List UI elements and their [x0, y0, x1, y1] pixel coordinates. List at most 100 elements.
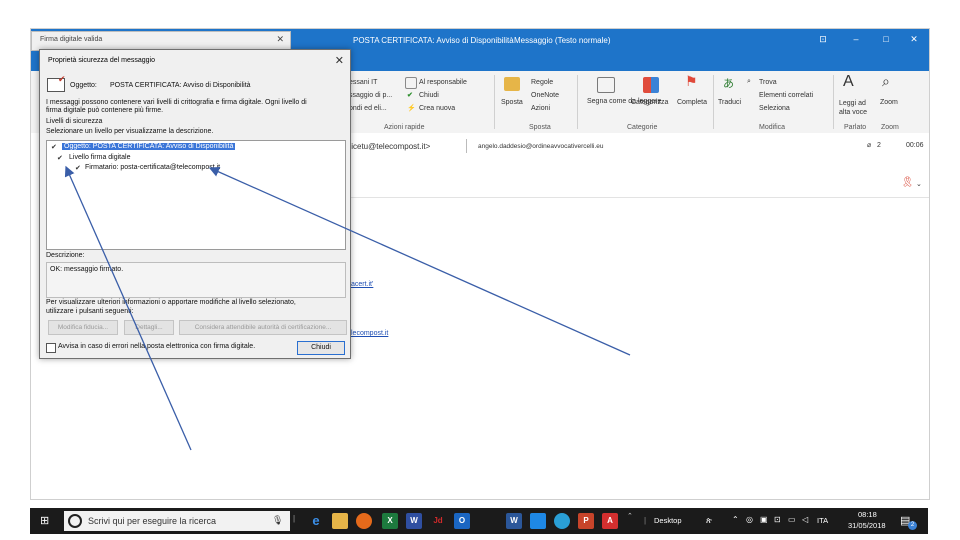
- ribbon-separator: [713, 75, 714, 129]
- subject-label: Oggetto:: [70, 82, 97, 89]
- close-button[interactable]: ✕: [907, 33, 921, 45]
- recipient-address[interactable]: angelo.daddesio@ordineavvocativercelli.e…: [478, 143, 603, 150]
- outlook-icon[interactable]: O: [454, 513, 470, 529]
- quickstep-create-new[interactable]: Crea nuova: [419, 105, 455, 112]
- related-button[interactable]: Elementi correlati: [759, 92, 813, 99]
- file-explorer-icon[interactable]: [332, 513, 348, 529]
- close-dialog-button[interactable]: Chiudi: [297, 341, 345, 355]
- cortana-icon: [68, 514, 82, 528]
- jd-icon[interactable]: Jd: [430, 513, 446, 529]
- window-subtitle: Messaggio (Testo normale): [514, 36, 611, 45]
- paperclip-icon: ⌀: [867, 142, 872, 149]
- onedrive-icon[interactable]: [530, 513, 546, 529]
- plane-icon[interactable]: [480, 513, 496, 529]
- tree-node-signature-level[interactable]: Livello firma digitale: [69, 154, 130, 161]
- lightning-icon: ⚡: [407, 105, 416, 112]
- quickstep-cut-1[interactable]: essani IT: [349, 79, 377, 86]
- warn-checkbox-label[interactable]: Avvisa in caso di errori nella posta ele…: [58, 343, 255, 350]
- tray-app-icon[interactable]: ◎: [746, 515, 753, 524]
- categorize-button[interactable]: Categorizza: [631, 99, 668, 106]
- actions-button[interactable]: Azioni: [531, 105, 550, 112]
- close-icon[interactable]: ✕: [335, 54, 344, 67]
- quickstep-cut-2[interactable]: ssaggio di p...: [349, 92, 392, 99]
- windows-start-icon[interactable]: ⊞: [40, 514, 49, 527]
- complete-button[interactable]: Completa: [677, 99, 707, 106]
- body-link-2[interactable]: lecompost.it: [351, 330, 388, 337]
- signature-check-icon: ✔: [58, 74, 66, 84]
- trust-ca-button[interactable]: Considera attendibile autorità di certif…: [179, 320, 347, 335]
- close-icon[interactable]: ✕: [276, 34, 284, 45]
- categorize-icon: [643, 77, 659, 93]
- check-icon: ✔: [407, 92, 413, 99]
- minimize-button[interactable]: –: [849, 33, 863, 45]
- tree-node-signer[interactable]: Firmatario: posta-certificata@telecompos…: [85, 164, 220, 171]
- select-level-label: Selezionare un livello per visualizzarne…: [46, 128, 214, 135]
- task-view-icon[interactable]: |: [293, 514, 295, 523]
- desktop-toolbar[interactable]: Desktop: [654, 516, 682, 525]
- details-button[interactable]: Dettagli...: [124, 320, 174, 335]
- edge-icon[interactable]: e: [308, 513, 324, 529]
- chevron-down-icon[interactable]: ⌄: [916, 180, 922, 188]
- word-icon[interactable]: W: [506, 513, 522, 529]
- firefox-icon[interactable]: [356, 513, 372, 529]
- group-label-move: Sposta: [529, 124, 551, 131]
- group-label-edit: Modifica: [759, 124, 786, 131]
- microphone-icon[interactable]: 🎙: [272, 515, 283, 526]
- sender-address[interactable]: alicetu@telecompost.it>: [345, 142, 430, 151]
- move-button[interactable]: Sposta: [501, 99, 523, 106]
- taskbar-search[interactable]: Scrivi qui per eseguire la ricerca 🎙: [64, 511, 290, 531]
- more-info-line-1: Per visualizzare ulteriori informazioni …: [46, 299, 296, 306]
- powerpoint-icon[interactable]: P: [578, 513, 594, 529]
- excel-icon[interactable]: X: [382, 513, 398, 529]
- warn-checkbox[interactable]: [46, 343, 56, 353]
- word-2016-icon[interactable]: W: [406, 513, 422, 529]
- clock-date[interactable]: 31/05/2018: [848, 521, 886, 530]
- description-text: OK: messaggio firmato.: [50, 266, 124, 273]
- select-button[interactable]: Seleziona: [759, 105, 790, 112]
- security-ribbon-icon[interactable]: 🎗: [901, 177, 914, 188]
- find-button[interactable]: Trova: [759, 79, 777, 86]
- read-aloud-button[interactable]: Leggi ad alta voce: [839, 99, 879, 117]
- quickstep-manager[interactable]: Al responsabile: [419, 79, 467, 86]
- description-box: OK: messaggio firmato.: [46, 262, 346, 298]
- volume-icon[interactable]: ◁: [802, 515, 808, 524]
- description-label: Descrizione:: [46, 252, 85, 259]
- tree-check-icon: ✔: [57, 155, 63, 162]
- tray-shield-icon[interactable]: ▣: [760, 515, 768, 524]
- levels-label: Livelli di sicurezza: [46, 118, 103, 125]
- acrobat-icon[interactable]: A: [602, 513, 618, 529]
- tree-node-subject[interactable]: Oggetto: POSTA CERTIFICATA: Avviso di Di…: [62, 143, 236, 150]
- read-aloud-icon: A: [843, 73, 854, 90]
- forward-icon: [405, 77, 417, 89]
- flag-icon: ⚑: [685, 73, 698, 89]
- search-placeholder: Scrivi qui per eseguire la ricerca: [88, 516, 217, 526]
- zoom-button[interactable]: Zoom: [880, 99, 898, 106]
- security-levels-tree[interactable]: ✔ Oggetto: POSTA CERTIFICATA: Avviso di …: [46, 140, 346, 250]
- translate-icon: あ: [723, 78, 734, 90]
- battery-icon[interactable]: ▭: [788, 515, 796, 524]
- group-label-categories: Categorie: [627, 124, 658, 131]
- body-link-1[interactable]: acert.it': [351, 281, 373, 288]
- envelope-open-icon: [597, 77, 615, 93]
- attachment-count: 2: [877, 142, 881, 149]
- browser-icon[interactable]: [554, 513, 570, 529]
- people-icon[interactable]: ጵ: [706, 516, 712, 526]
- maximize-button[interactable]: □: [879, 33, 893, 45]
- edit-trust-button[interactable]: Modifica fiducia...: [48, 320, 118, 335]
- ribbon-display-icon[interactable]: ⊡: [816, 33, 830, 45]
- onenote-button[interactable]: OneNote: [531, 92, 559, 99]
- move-folder-icon: [504, 77, 520, 91]
- translate-button[interactable]: Traduci: [718, 99, 741, 106]
- zoom-icon: ⌕: [882, 73, 890, 89]
- tray-expand-icon[interactable]: ⌃: [732, 515, 739, 524]
- clock-time[interactable]: 08:18: [858, 510, 877, 519]
- quickstep-cut-3[interactable]: ondi ed eli...: [349, 105, 387, 112]
- rules-button[interactable]: Regole: [531, 79, 553, 86]
- tree-check-icon: ✔: [51, 144, 57, 151]
- dialog-title: Proprietà sicurezza del messaggio: [48, 57, 155, 64]
- overflow-chevron-icon[interactable]: ⌃: [627, 512, 633, 520]
- toolbar-divider: |: [644, 516, 647, 525]
- quickstep-done[interactable]: Chiudi: [419, 92, 439, 99]
- network-icon[interactable]: ⊡: [774, 515, 781, 524]
- language-indicator[interactable]: ITA: [817, 516, 828, 525]
